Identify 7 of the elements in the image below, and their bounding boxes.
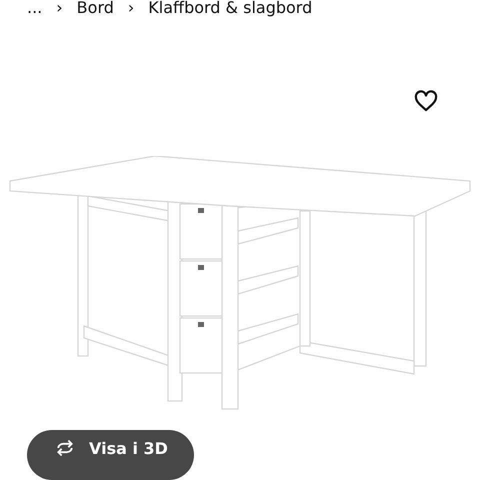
breadcrumb-link[interactable]: ... — [27, 0, 42, 16]
breadcrumb-link[interactable]: Bord — [76, 0, 114, 16]
chevron-separator: › — [128, 0, 134, 16]
chevron-separator: › — [56, 0, 63, 16]
favorite-heart-icon[interactable] — [414, 90, 440, 114]
breadcrumb-link[interactable]: Klaffbord & slagbord — [148, 0, 312, 16]
view-3d-button[interactable]: Visa i 3D — [27, 430, 194, 480]
